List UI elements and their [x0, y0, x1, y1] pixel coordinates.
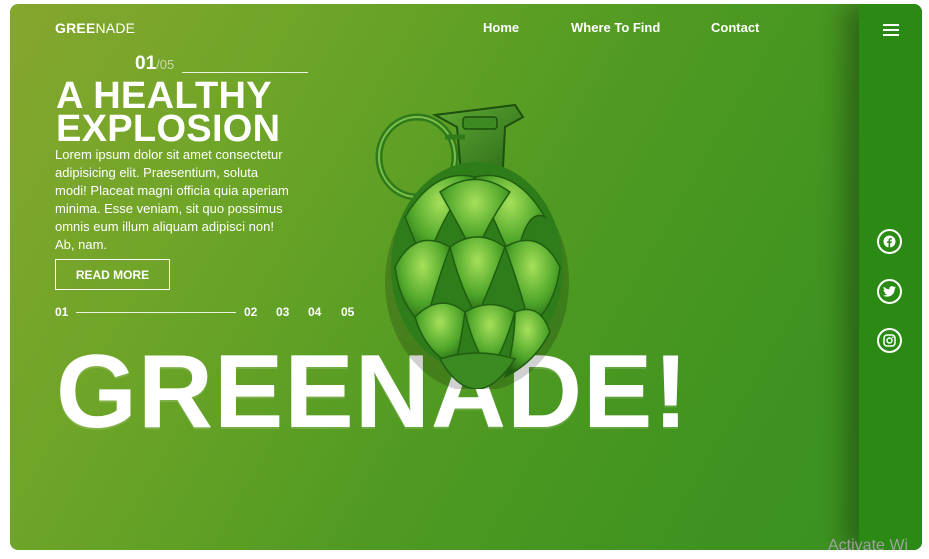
nav-where-to-find[interactable]: Where To Find — [571, 20, 660, 35]
slide-progress-line — [76, 312, 236, 313]
slide-counter-total: /05 — [156, 57, 175, 72]
brand-logo-bold: GREE — [55, 20, 96, 36]
hero-headline: A HEALTHY EXPLOSION — [56, 77, 281, 150]
activate-windows-watermark: Activate Wi — [828, 537, 909, 554]
facebook-icon[interactable] — [877, 229, 902, 254]
slide-indicator-1[interactable]: 01 — [55, 305, 68, 319]
slide-counter-divider — [182, 72, 308, 73]
nav-home[interactable]: Home — [483, 20, 519, 35]
slide-indicator-5[interactable]: 05 — [341, 305, 354, 319]
instagram-icon[interactable] — [877, 328, 902, 353]
read-more-button[interactable]: READ MORE — [55, 259, 170, 290]
twitter-icon[interactable] — [877, 279, 902, 304]
right-sidebar — [859, 4, 922, 550]
slide-indicator-3[interactable]: 03 — [276, 305, 289, 319]
hero-card: GREENADE Home Where To Find Contact 01/0… — [10, 4, 922, 550]
hero-body-text: Lorem ipsum dolor sit amet consectetur a… — [55, 147, 289, 252]
brand-logo[interactable]: GREENADE — [55, 20, 135, 36]
slide-indicator-2[interactable]: 02 — [244, 305, 257, 319]
artichoke-grenade-image — [375, 103, 569, 389]
hamburger-menu-icon[interactable] — [883, 24, 899, 37]
slide-counter: 01/05 — [135, 53, 174, 75]
slide-indicator-4[interactable]: 04 — [308, 305, 321, 319]
nav-contact[interactable]: Contact — [711, 20, 759, 35]
brand-logo-light: NADE — [95, 20, 136, 36]
hero-headline-line2: EXPLOSION — [56, 108, 281, 150]
slide-counter-current: 01 — [135, 53, 157, 74]
